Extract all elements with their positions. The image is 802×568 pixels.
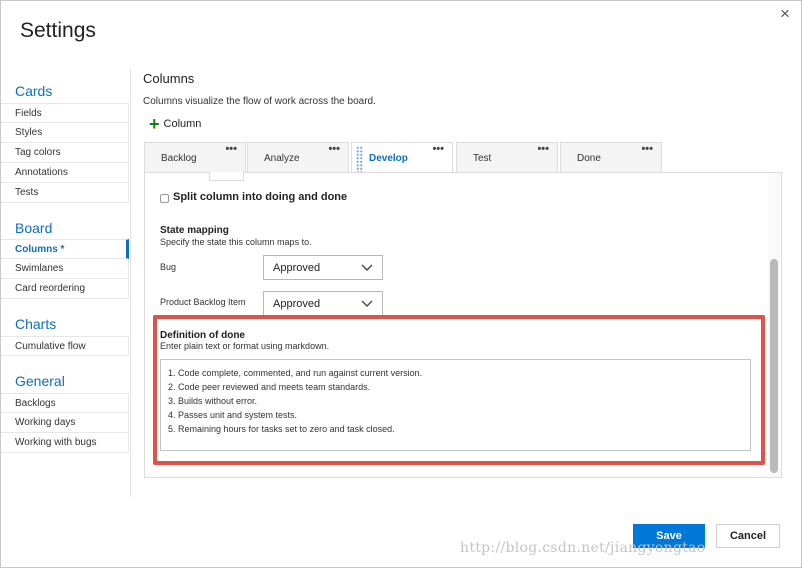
- split-column-checkbox[interactable]: [160, 194, 169, 203]
- page-title: Columns: [143, 71, 195, 86]
- sidebar-item-styles[interactable]: Styles: [1, 123, 129, 143]
- watermark: http://blog.csdn.net/jiangyongtao: [460, 540, 706, 556]
- sidebar-item-fields[interactable]: Fields: [1, 103, 129, 123]
- chevron-down-icon: [361, 300, 373, 307]
- sidebar-item-working-days[interactable]: Working days: [1, 413, 129, 433]
- tab-done[interactable]: Done •••: [560, 142, 662, 173]
- sidebar-section-cards: Cards: [15, 83, 53, 99]
- more-icon[interactable]: •••: [432, 143, 444, 155]
- dod-line: 3. Builds without error.: [168, 396, 258, 406]
- pbi-state-select[interactable]: Approved: [263, 291, 383, 316]
- scrollbar-thumb[interactable]: [770, 259, 778, 473]
- tab-label: Backlog: [161, 153, 197, 164]
- tab-test[interactable]: Test •••: [456, 142, 558, 173]
- state-mapping-description: Specify the state this column maps to.: [160, 237, 312, 247]
- add-column-button[interactable]: + Column: [149, 114, 202, 134]
- bug-state-label: Bug: [160, 262, 177, 272]
- bug-state-select[interactable]: Approved: [263, 255, 383, 280]
- close-icon[interactable]: ×: [778, 5, 792, 22]
- more-icon[interactable]: •••: [641, 143, 653, 155]
- sidebar-item-tests[interactable]: Tests: [1, 183, 129, 203]
- state-mapping-title: State mapping: [160, 225, 229, 236]
- sidebar-section-charts: Charts: [15, 316, 57, 332]
- chevron-down-icon: [361, 264, 373, 271]
- tab-label: Test: [473, 153, 492, 164]
- dod-line: 2. Code peer reviewed and meets team sta…: [168, 382, 371, 392]
- tab-label: Analyze: [264, 153, 300, 164]
- sidebar-section-general: General: [15, 373, 65, 389]
- tab-label: Done: [577, 153, 601, 164]
- sidebar-item-annotations[interactable]: Annotations: [1, 163, 129, 183]
- sidebar-item-tag-colors[interactable]: Tag colors: [1, 143, 129, 163]
- tab-backlog[interactable]: Backlog •••: [144, 142, 246, 173]
- drag-handle-icon[interactable]: [356, 146, 363, 172]
- cancel-button[interactable]: Cancel: [716, 524, 780, 548]
- settings-dialog: Settings × Cards Fields Styles Tag color…: [0, 0, 802, 568]
- more-icon[interactable]: •••: [225, 143, 237, 155]
- dialog-title: Settings: [20, 19, 96, 42]
- sidebar-item-card-reordering[interactable]: Card reordering: [1, 279, 129, 299]
- sidebar-item-backlogs[interactable]: Backlogs: [1, 393, 129, 413]
- page-description: Columns visualize the flow of work acros…: [143, 96, 376, 107]
- sidebar-item-columns[interactable]: Columns *: [1, 239, 129, 259]
- sidebar-item-cumulative-flow[interactable]: Cumulative flow: [1, 336, 129, 356]
- tab-develop[interactable]: Develop •••: [351, 142, 453, 174]
- tab-label: Develop: [369, 153, 408, 164]
- panel-notch: [209, 172, 244, 181]
- sidebar-section-board: Board: [15, 220, 53, 236]
- more-icon[interactable]: •••: [328, 143, 340, 155]
- plus-icon: +: [149, 114, 160, 134]
- split-column-label: Split column into doing and done: [173, 191, 348, 203]
- sidebar-item-swimlanes[interactable]: Swimlanes: [1, 259, 129, 279]
- dod-line: 1. Code complete, commented, and run aga…: [168, 368, 423, 378]
- dod-line: 5. Remaining hours for tasks set to zero…: [168, 424, 395, 434]
- definition-of-done-description: Enter plain text or format using markdow…: [160, 341, 330, 351]
- definition-of-done-textarea[interactable]: 1. Code complete, commented, and run aga…: [160, 359, 751, 451]
- dod-line: 4. Passes unit and system tests.: [168, 410, 298, 420]
- add-column-label: Column: [163, 118, 202, 130]
- select-value: Approved: [273, 262, 321, 274]
- select-value: Approved: [273, 298, 321, 310]
- more-icon[interactable]: •••: [537, 143, 549, 155]
- pbi-state-label: Product Backlog Item: [160, 297, 246, 307]
- definition-of-done-title: Definition of done: [160, 330, 245, 341]
- tab-analyze[interactable]: Analyze •••: [247, 142, 349, 173]
- sidebar-item-working-with-bugs[interactable]: Working with bugs: [1, 433, 129, 453]
